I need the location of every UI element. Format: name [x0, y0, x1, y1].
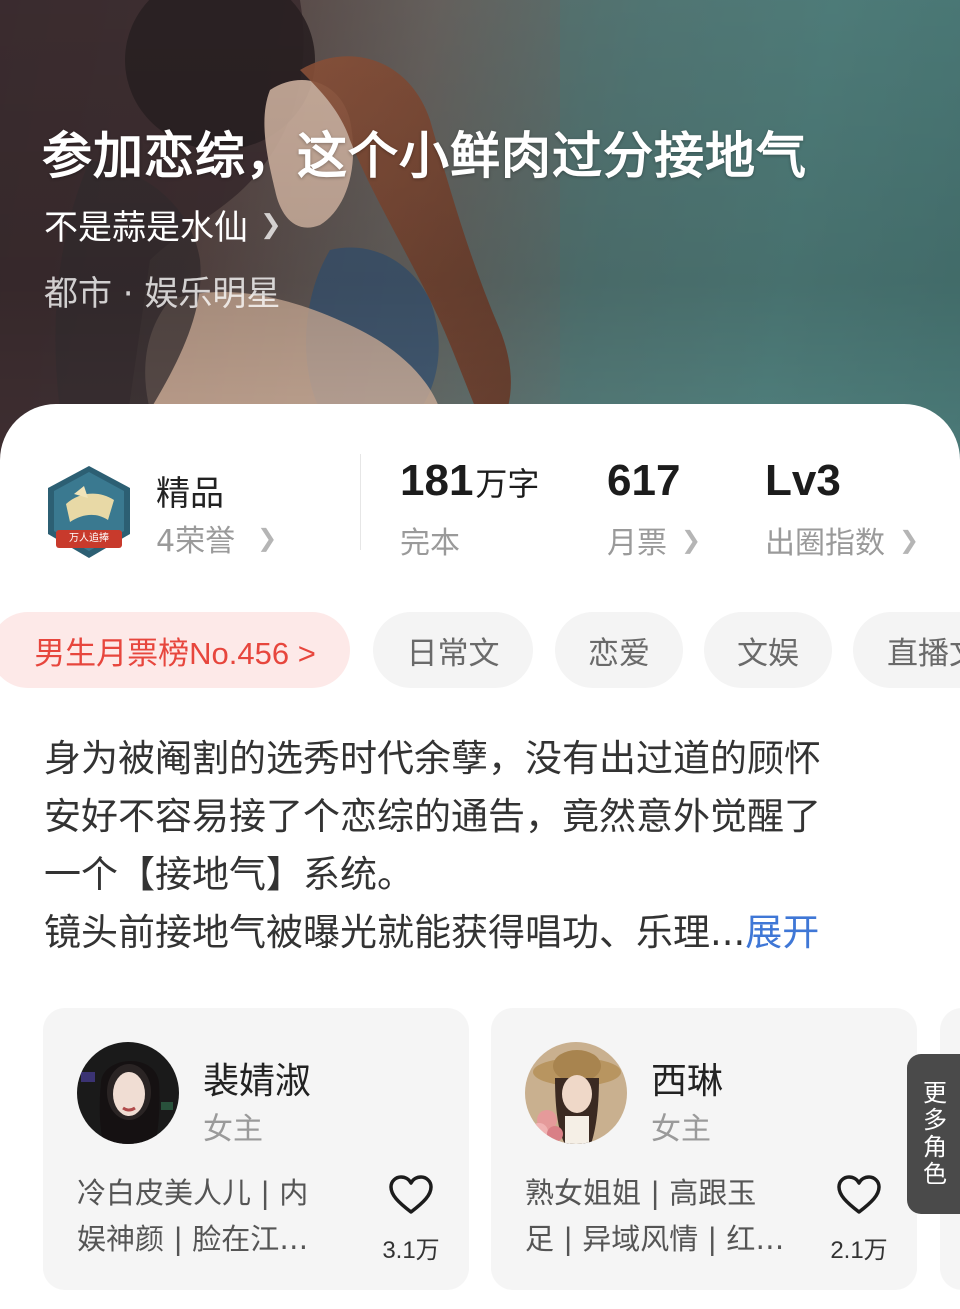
popularity-index-label: 出圈指数 — [765, 526, 885, 561]
character-description: 冷白皮美人儿 | 内 娱神颜 | 脸在江… — [77, 1170, 347, 1262]
character-card[interactable]: 裴婧淑 女主 冷白皮美人儿 | 内 娱神颜 | 脸在江… 3.1万 — [43, 1008, 469, 1290]
tag-daily[interactable]: 日常文 — [373, 612, 533, 688]
chevron-right-icon: ❯ — [260, 209, 282, 240]
synopsis-last-line: 镜头前接地气被曝光就能获得唱功、乐理...展开 — [44, 904, 924, 962]
book-synopsis: 身为被阉割的选秀时代余孽，没有出过道的顾怀 安好不容易接了个恋综的通告，竟然意外… — [44, 730, 924, 962]
description-line: 娱神颜 | 脸在江… — [77, 1222, 309, 1256]
heart-outline-icon[interactable] — [836, 1174, 882, 1216]
character-description: 熟女姐姐 | 高跟玉 足 | 异域风情 | 红… — [525, 1170, 795, 1262]
popularity-index-value: Lv3 — [765, 456, 841, 505]
author-link[interactable]: 不是蒜是水仙 ❯ — [44, 200, 282, 249]
description-line: 冷白皮美人儿 | 内 — [77, 1176, 309, 1210]
badge-caption: 万人追捧 — [69, 533, 109, 544]
character-role: 女主 — [203, 1112, 263, 1147]
more-characters-button[interactable]: 更 多 角 色 — [907, 1054, 960, 1214]
book-detail-card: 万人追捧 精品 4荣誉 ❯ 181 万字 完本 617 月票 ❯ Lv3 出圈指… — [0, 404, 960, 1309]
tag-romance[interactable]: 恋爱 — [555, 612, 683, 688]
like-count: 3.1万 — [382, 1237, 440, 1264]
stat-word-count: 181 万字 完本 — [400, 456, 539, 562]
more-roles-char: 色 — [923, 1160, 947, 1188]
tag-entertainment[interactable]: 文娱 — [704, 612, 832, 688]
character-role: 女主 — [651, 1112, 711, 1147]
character-name: 裴婧淑 — [203, 1061, 312, 1102]
tag-row: 男生月票榜No.456 > 日常文 恋爱 文娱 直播文 — [0, 612, 960, 688]
synopsis-line: 镜头前接地气被曝光就能获得唱功、乐理... — [44, 911, 746, 954]
description-line: 足 | 异域风情 | 红… — [525, 1222, 785, 1256]
expand-synopsis-link[interactable]: 展开 — [745, 911, 819, 954]
description-line: 熟女姐姐 | 高跟玉 — [525, 1176, 757, 1210]
synopsis-line: 安好不容易接了个恋综的通告，竟然意外觉醒了 — [44, 795, 821, 838]
honor-badge-icon[interactable]: 万人追捧 — [44, 464, 134, 560]
word-count-value: 181 — [400, 456, 474, 505]
stat-monthly-votes[interactable]: 617 月票 ❯ — [607, 456, 701, 562]
chevron-right-icon: ❯ — [257, 524, 278, 552]
chevron-right-icon: ❯ — [899, 526, 920, 554]
monthly-votes-value: 617 — [607, 456, 681, 505]
more-roles-char: 角 — [923, 1133, 947, 1161]
monthly-votes-label: 月票 — [607, 526, 667, 561]
avatar — [525, 1042, 627, 1144]
tag-livestream[interactable]: 直播文 — [853, 612, 960, 688]
author-name: 不是蒜是水仙 — [44, 208, 248, 248]
honor-type: 精品 — [156, 474, 224, 514]
honor-count-link[interactable]: 4荣誉 ❯ — [156, 516, 277, 560]
book-genre: 都市 · 娱乐明星 — [44, 274, 281, 314]
more-roles-char: 多 — [923, 1106, 947, 1134]
more-roles-char: 更 — [923, 1079, 947, 1107]
stat-divider — [360, 454, 361, 550]
rank-tag[interactable]: 男生月票榜No.456 > — [0, 612, 350, 688]
character-card[interactable]: 西琳 女主 熟女姐姐 | 高跟玉 足 | 异域风情 | 红… 2.1万 — [491, 1008, 917, 1290]
synopsis-line: 一个【接地气】系统。 — [44, 853, 414, 896]
synopsis-line: 身为被阉割的选秀时代余孽，没有出过道的顾怀 — [44, 737, 821, 780]
book-title: 参加恋综，这个小鲜肉过分接地气 — [42, 126, 807, 185]
chevron-right-icon: ❯ — [681, 526, 702, 554]
honor-count: 4荣誉 — [156, 524, 236, 559]
avatar — [77, 1042, 179, 1144]
character-name: 西琳 — [651, 1061, 724, 1102]
heart-outline-icon[interactable] — [388, 1174, 434, 1216]
like-count: 2.1万 — [830, 1237, 888, 1264]
book-cover-header: 参加恋综，这个小鲜肉过分接地气 不是蒜是水仙 ❯ 都市 · 娱乐明星 — [0, 0, 960, 470]
word-count-unit: 万字 — [475, 466, 540, 502]
completion-status: 完本 — [400, 526, 460, 561]
stat-popularity-index[interactable]: Lv3 出圈指数 ❯ — [765, 456, 919, 562]
